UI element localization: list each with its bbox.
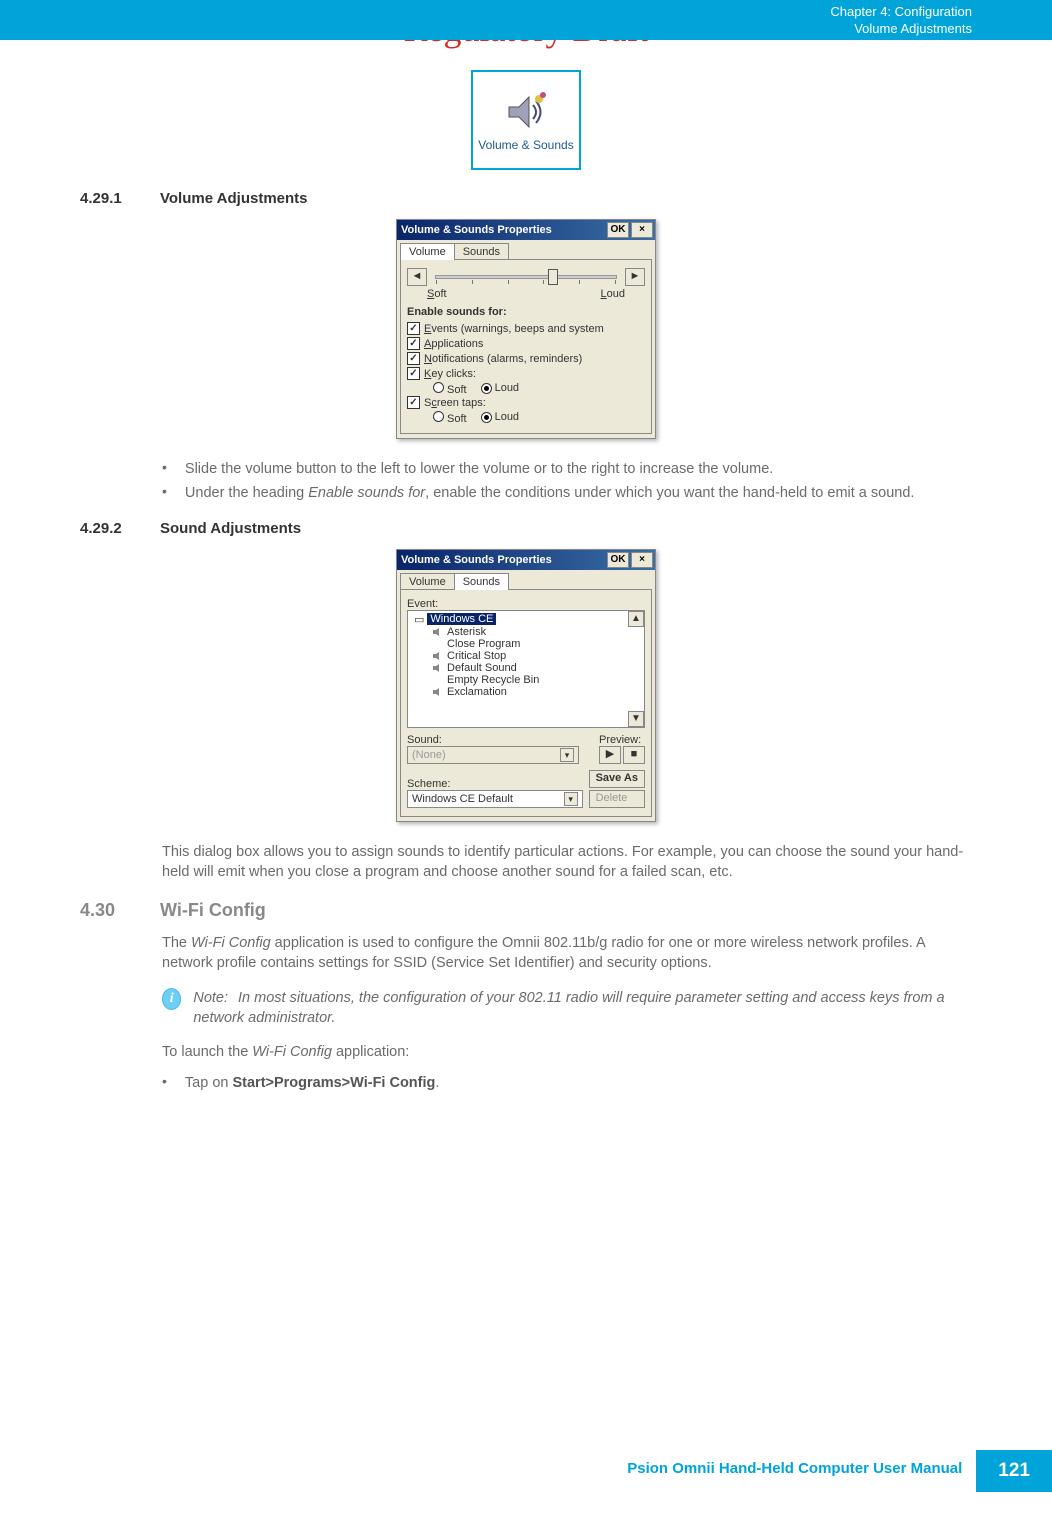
enable-sounds-heading: Enable sounds for: [407, 306, 645, 318]
speaker-icon [501, 87, 551, 137]
sound-icon [432, 651, 444, 661]
radio-key-loud-label: Loud [495, 382, 519, 394]
chk-key-label: Key clicks: [424, 368, 476, 380]
delete-button[interactable]: Delete [589, 790, 645, 808]
footer: Psion Omnii Hand-Held Computer User Manu… [613, 1450, 1052, 1492]
volume-decrease-button[interactable]: ◄ [407, 268, 427, 286]
header-chapter: Chapter 4: Configuration [830, 4, 972, 21]
radio-screen-loud-label: Loud [495, 411, 519, 423]
dialog1-tab-volume[interactable]: Volume [400, 243, 455, 260]
sound-icon [432, 627, 444, 637]
info-icon: i [162, 988, 181, 1010]
section-4-30-title: Wi-Fi Config [160, 900, 266, 921]
footer-page-number: 121 [976, 1450, 1052, 1492]
chk-events-label: Events (warnings, beeps and system [424, 323, 604, 335]
radio-screen-soft-label: Soft [447, 413, 467, 425]
radio-key-soft-label: Soft [447, 384, 467, 396]
chk-notif-label: Notifications (alarms, reminders) [424, 353, 582, 365]
sound-icon [432, 687, 444, 697]
volume-sounds-label: Volume & Sounds [478, 139, 573, 152]
section-4-29-2-num: 4.29.2 [80, 520, 140, 537]
dialog2-close-button[interactable]: × [631, 552, 653, 568]
radio-screen-soft[interactable] [433, 411, 444, 422]
scroll-down-button[interactable]: ▼ [628, 711, 644, 727]
tree-item[interactable]: Default Sound [447, 662, 517, 674]
header-strip: Chapter 4: Configuration Volume Adjustme… [0, 0, 1052, 40]
scheme-combo[interactable]: Windows CE Default▾ [407, 790, 583, 808]
chk-events[interactable]: ✓ [407, 322, 420, 335]
radio-key-loud[interactable] [481, 383, 492, 394]
dialog1-ok-button[interactable]: OK [607, 222, 629, 238]
chk-apps-label: Applications [424, 338, 483, 350]
tree-item[interactable]: Critical Stop [447, 650, 506, 662]
section-4-29-1-num: 4.29.1 [80, 190, 140, 207]
dialog2-tab-sounds[interactable]: Sounds [454, 573, 509, 590]
bullet-1-text: Slide the volume button to the left to l… [185, 459, 773, 479]
dialog1-tab-sounds[interactable]: Sounds [454, 243, 509, 260]
scroll-up-button[interactable]: ▲ [628, 611, 644, 627]
chk-apps[interactable]: ✓ [407, 337, 420, 350]
radio-key-soft[interactable] [433, 382, 444, 393]
volume-slider[interactable] [435, 275, 617, 279]
tree-item[interactable]: Exclamation [447, 686, 507, 698]
chk-screen[interactable]: ✓ [407, 396, 420, 409]
tree-item[interactable]: Close Program [447, 638, 520, 650]
section-4-30-num: 4.30 [80, 900, 140, 921]
sound-label: Sound: [407, 734, 579, 746]
event-tree[interactable]: ▭Windows CE Asterisk Close Program Criti… [407, 610, 645, 728]
sound-icon [432, 663, 444, 673]
dialog1-close-button[interactable]: × [631, 222, 653, 238]
save-as-button[interactable]: Save As [589, 770, 645, 788]
header-subtitle: Volume Adjustments [830, 21, 972, 38]
volume-sounds-icon-tile[interactable]: Volume & Sounds [471, 70, 581, 170]
bullet-dot: • [162, 459, 167, 479]
slider-label-loud: Loud [601, 288, 625, 300]
tree-item[interactable]: Empty Recycle Bin [447, 674, 539, 686]
wifi-paragraph: The Wi-Fi Config application is used to … [162, 933, 972, 974]
slider-label-soft: Soft [427, 288, 447, 300]
radio-screen-loud[interactable] [481, 412, 492, 423]
scheme-label: Scheme: [407, 778, 583, 790]
preview-play-button[interactable]: ▶ [599, 746, 621, 764]
volume-properties-dialog: Volume & Sounds Properties OK × Volume S… [396, 219, 656, 439]
event-label: Event: [407, 598, 645, 610]
chevron-down-icon: ▾ [564, 792, 578, 806]
dialog2-title: Volume & Sounds Properties [401, 554, 605, 566]
dialog1-title: Volume & Sounds Properties [401, 224, 605, 236]
sounds-paragraph: This dialog box allows you to assign sou… [162, 842, 972, 883]
sounds-properties-dialog: Volume & Sounds Properties OK × Volume S… [396, 549, 656, 822]
preview-stop-button[interactable]: ■ [623, 746, 645, 764]
section-4-29-2-title: Sound Adjustments [160, 520, 301, 537]
sound-combo[interactable]: (None)▾ [407, 746, 579, 764]
chk-key[interactable]: ✓ [407, 367, 420, 380]
bullet-2-text: Under the heading Enable sounds for, ena… [185, 483, 915, 503]
tree-root[interactable]: Windows CE [427, 613, 496, 625]
bullet-dot: • [162, 483, 167, 503]
footer-title: Psion Omnii Hand-Held Computer User Manu… [613, 1450, 976, 1492]
dialog2-tab-volume[interactable]: Volume [400, 573, 455, 590]
bullet-dot: • [162, 1073, 167, 1093]
section-4-29-1-title: Volume Adjustments [160, 190, 308, 207]
chk-screen-label: Screen taps: [424, 397, 486, 409]
chevron-down-icon: ▾ [560, 748, 574, 762]
launch-text: To launch the Wi-Fi Config application: [162, 1042, 972, 1062]
preview-label: Preview: [599, 734, 645, 746]
chk-notif[interactable]: ✓ [407, 352, 420, 365]
note-text: Note:In most situations, the configurati… [193, 988, 972, 1029]
tree-item[interactable]: Asterisk [447, 626, 486, 638]
volume-slider-thumb[interactable] [548, 269, 558, 285]
launch-bullet: Tap on Start>Programs>Wi-Fi Config. [185, 1073, 440, 1093]
volume-increase-button[interactable]: ► [625, 268, 645, 286]
dialog2-ok-button[interactable]: OK [607, 552, 629, 568]
